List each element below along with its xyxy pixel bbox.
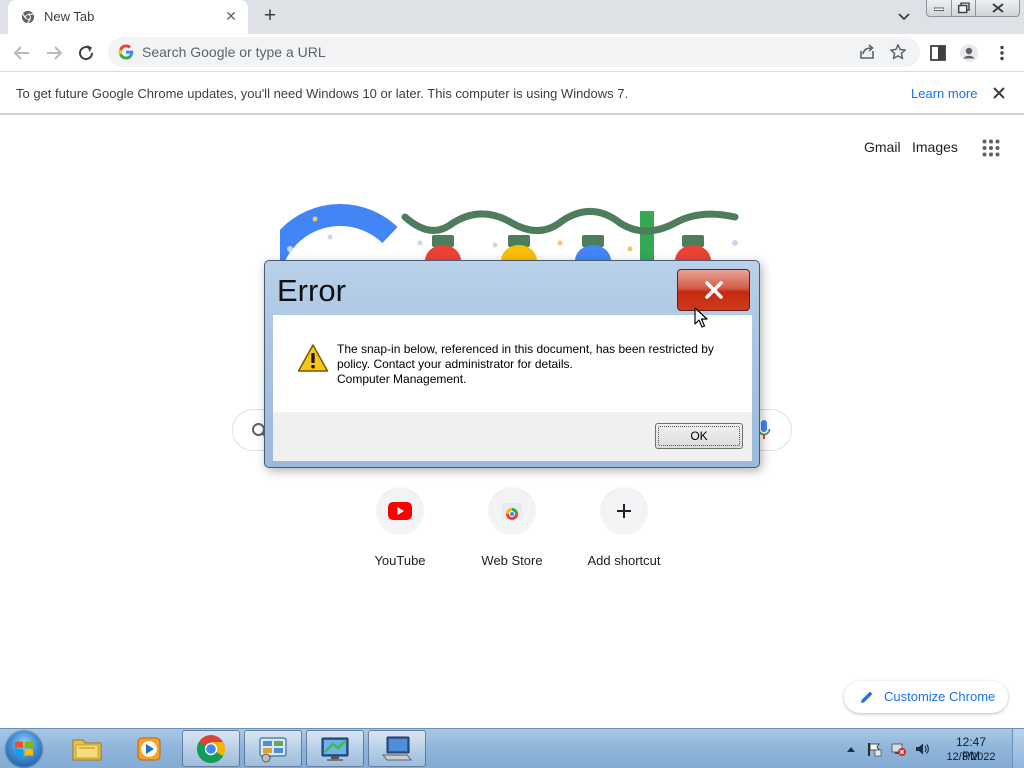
network-error-icon[interactable] [890, 741, 906, 757]
youtube-icon [388, 502, 412, 520]
remote-desktop-icon [321, 737, 349, 761]
window-controls [926, 0, 1020, 18]
shortcut-add[interactable]: Add shortcut [568, 487, 680, 577]
menu-kebab-icon[interactable] [992, 43, 1012, 63]
bookmark-star-icon[interactable] [889, 43, 907, 61]
taskbar-computer-management[interactable] [368, 730, 426, 767]
forward-button[interactable] [42, 41, 66, 65]
media-player-icon [137, 737, 161, 760]
restore-button[interactable] [951, 0, 976, 17]
share-icon[interactable] [858, 43, 876, 61]
infobar-message: To get future Google Chrome updates, you… [16, 86, 629, 101]
back-button[interactable] [10, 41, 34, 65]
close-icon [991, 3, 1004, 13]
google-apps-icon[interactable] [982, 139, 1000, 157]
close-icon [705, 281, 723, 299]
tab-title: New Tab [44, 9, 95, 24]
images-link[interactable]: Images [912, 139, 958, 155]
reload-icon [79, 45, 94, 61]
plus-icon [617, 504, 631, 518]
dialog-title: Error [277, 273, 346, 308]
error-dialog: Error The snap-in below, referenced in t… [264, 260, 760, 468]
taskbar-control-panel[interactable] [244, 730, 302, 767]
browser-toolbar: Search Google or type a URL [0, 34, 1024, 71]
new-tab-button[interactable]: + [258, 5, 282, 29]
gmail-link[interactable]: Gmail [864, 139, 901, 155]
omnibox-placeholder: Search Google or type a URL [142, 44, 326, 60]
taskbar-media-player[interactable] [120, 730, 178, 767]
dialog-message-area: The snap-in below, referenced in this do… [273, 315, 752, 412]
taskbar-remote-desktop[interactable] [306, 730, 364, 767]
address-bar[interactable]: Search Google or type a URL [108, 37, 920, 67]
shortcut-tile [488, 487, 536, 535]
taskbar-windows-explorer[interactable] [58, 730, 116, 767]
web-store-icon [502, 503, 522, 520]
windows-explorer-icon [72, 739, 102, 760]
shortcut-label: YouTube [374, 553, 426, 568]
dialog-message-line: The snap-in below, referenced in this do… [337, 342, 714, 356]
chrome-icon [197, 734, 225, 763]
tab-strip: New Tab ✕ + [0, 0, 1024, 34]
arrow-right-icon [47, 46, 63, 60]
tab-new-tab[interactable]: New Tab ✕ [8, 0, 248, 34]
window-close-button[interactable] [975, 0, 1020, 17]
dialog-message-line: policy. Contact your administrator for d… [337, 357, 573, 371]
windows-taskbar: 12:47 PM 12/3/2022 [0, 728, 1024, 768]
shortcut-label: Add shortcut [587, 553, 661, 568]
shortcut-tile [376, 487, 424, 535]
learn-more-link[interactable]: Learn more [911, 86, 977, 101]
customize-chrome-label: Customize Chrome [884, 689, 996, 704]
dialog-message: The snap-in below, referenced in this do… [337, 342, 737, 387]
warning-icon [297, 344, 329, 372]
reload-button[interactable] [74, 41, 98, 65]
shortcut-web-store[interactable]: Web Store [456, 487, 568, 577]
computer-management-icon [381, 736, 413, 760]
infobar-close-icon[interactable] [990, 84, 1008, 102]
mouse-cursor-icon [694, 307, 708, 328]
start-button[interactable] [6, 731, 42, 767]
customize-chrome-button[interactable]: Customize Chrome [844, 681, 1008, 713]
ok-button[interactable]: OK [655, 423, 743, 449]
google-g-icon [118, 44, 134, 60]
volume-icon[interactable] [914, 741, 930, 757]
restore-icon [957, 2, 970, 14]
shortcut-tile [600, 487, 648, 535]
dialog-body: The snap-in below, referenced in this do… [273, 315, 752, 461]
chrome-icon [21, 10, 35, 24]
dialog-message-line: Computer Management. [337, 372, 467, 386]
system-tray [840, 729, 1024, 768]
pencil-icon [861, 691, 873, 703]
shortcut-youtube[interactable]: YouTube [344, 487, 456, 577]
windows-logo-icon [15, 741, 33, 756]
arrow-left-icon [13, 46, 29, 60]
tab-close-icon[interactable]: ✕ [223, 8, 239, 24]
minimize-icon [934, 7, 944, 11]
shortcut-label: Web Store [481, 553, 543, 568]
tab-search-chevron-icon[interactable] [894, 8, 914, 26]
action-center-flag-icon[interactable] [866, 741, 882, 757]
show-desktop-button[interactable] [1012, 729, 1024, 768]
taskbar-google-chrome[interactable] [182, 730, 240, 767]
infobar: To get future Google Chrome updates, you… [0, 71, 1024, 115]
minimize-button[interactable] [926, 0, 952, 17]
control-panel-icon [259, 736, 287, 762]
profile-avatar-icon[interactable] [959, 43, 979, 63]
side-panel-icon[interactable] [928, 43, 948, 63]
clock-date[interactable]: 12/3/2022 [946, 751, 996, 763]
show-hidden-icons-icon[interactable] [846, 741, 856, 757]
dialog-close-button[interactable] [677, 269, 750, 311]
